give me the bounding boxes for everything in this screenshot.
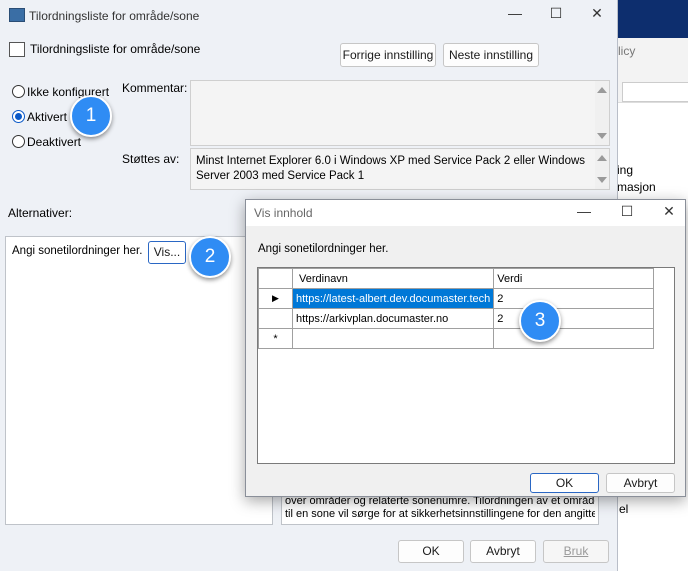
step-badge-1: 1 [70, 95, 112, 137]
zone-prompt: Angi sonetilordninger her. [12, 245, 143, 257]
new-name-cell[interactable] [291, 328, 495, 349]
supported-textbox: Minst Internet Explorer 6.0 i Windows XP… [190, 148, 610, 190]
value-cell[interactable]: 2 [493, 288, 655, 309]
value-name-cell[interactable]: https://arkivplan.documaster.no [291, 308, 495, 329]
setting-title: Tilordningsliste for område/sone [30, 42, 201, 56]
background-text: ing [617, 163, 634, 177]
apply-button[interactable]: Bruk [543, 540, 609, 563]
apply-label: Bruk [563, 544, 589, 558]
table-row[interactable]: ▶ https://latest-albert.dev.documaster.t… [258, 288, 655, 309]
show-cancel-label: Avbryt [623, 476, 658, 490]
radio-enabled-label[interactable]: Aktivert [27, 110, 67, 124]
step-badge-2: 2 [189, 236, 231, 278]
value-name-cell[interactable]: https://latest-albert.dev.documaster.tec… [291, 288, 495, 309]
window-title: Tilordningsliste for område/sone [29, 9, 200, 23]
new-row-icon[interactable]: * [258, 328, 293, 349]
new-value-cell[interactable] [493, 328, 655, 349]
step-badge-3: 3 [519, 300, 561, 342]
value-cell[interactable]: 2 [493, 308, 655, 329]
ok-label: OK [422, 544, 440, 558]
column-header-value[interactable]: Verdi [493, 268, 655, 289]
show-ok-button[interactable]: OK [530, 473, 599, 493]
radio-enabled[interactable] [12, 110, 25, 123]
values-grid: Verdinavn Verdi ▶ https://latest-albert.… [257, 267, 675, 464]
show-button-label: Vis... [153, 245, 181, 259]
show-cancel-button[interactable]: Avbryt [606, 473, 675, 493]
background-text: licy [618, 44, 636, 58]
comment-label: Kommentar: [122, 81, 188, 95]
column-header-name[interactable]: Verdinavn [291, 268, 495, 289]
minimize-icon[interactable]: — [505, 5, 525, 21]
show-contents-title: Vis innhold [254, 206, 313, 220]
ok-button[interactable]: OK [398, 540, 464, 563]
background-field [622, 82, 688, 102]
previous-setting-button[interactable]: Forrige innstilling [340, 43, 436, 67]
show-minimize-icon[interactable]: — [574, 203, 594, 219]
next-setting-label: Neste innstilling [448, 48, 534, 62]
show-ok-label: OK [555, 476, 574, 490]
table-row[interactable]: https://arkivplan.documaster.no 2 [258, 308, 655, 329]
close-icon[interactable]: ✕ [587, 5, 607, 22]
previous-setting-label: Forrige innstilling [342, 48, 434, 62]
next-setting-button[interactable]: Neste innstilling [443, 43, 539, 67]
show-maximize-icon[interactable]: ☐ [617, 203, 637, 220]
row-header-cell[interactable] [258, 308, 293, 329]
radio-disabled[interactable] [12, 135, 25, 148]
values-table: Verdinavn Verdi ▶ https://latest-albert.… [258, 268, 655, 349]
alternatives-label: Alternativer: [8, 206, 73, 220]
show-contents-dialog: Vis innhold — ☐ ✕ Angi sonetilordninger … [245, 199, 686, 497]
comment-textarea[interactable] [190, 80, 610, 146]
help-text-line-2: til en sone vil sørge for at sikkerhetsi… [285, 508, 595, 520]
supported-label: Støttes av: [122, 152, 180, 166]
options-panel [5, 236, 273, 525]
show-button[interactable]: Vis... [148, 241, 186, 264]
new-row[interactable]: * [258, 328, 655, 349]
comment-scrollbar[interactable] [595, 81, 609, 145]
radio-disabled-label[interactable]: Deaktivert [27, 135, 81, 149]
show-contents-prompt: Angi sonetilordninger her. [258, 243, 389, 255]
maximize-icon[interactable]: ☐ [546, 5, 566, 22]
background-text: masjon [617, 180, 656, 194]
cancel-label: Avbryt [486, 544, 520, 558]
row-header-corner [258, 268, 293, 289]
app-icon [9, 8, 25, 22]
radio-not-configured[interactable] [12, 85, 25, 98]
background-text: el [619, 502, 629, 516]
show-close-icon[interactable]: ✕ [659, 203, 679, 220]
supported-scrollbar[interactable] [595, 149, 609, 189]
policy-icon [9, 42, 25, 57]
row-pointer-icon[interactable]: ▶ [258, 288, 293, 309]
grid-header-row: Verdinavn Verdi [258, 268, 655, 289]
cancel-button[interactable]: Avbryt [470, 540, 536, 563]
supported-text: Minst Internet Explorer 6.0 i Windows XP… [196, 155, 586, 182]
